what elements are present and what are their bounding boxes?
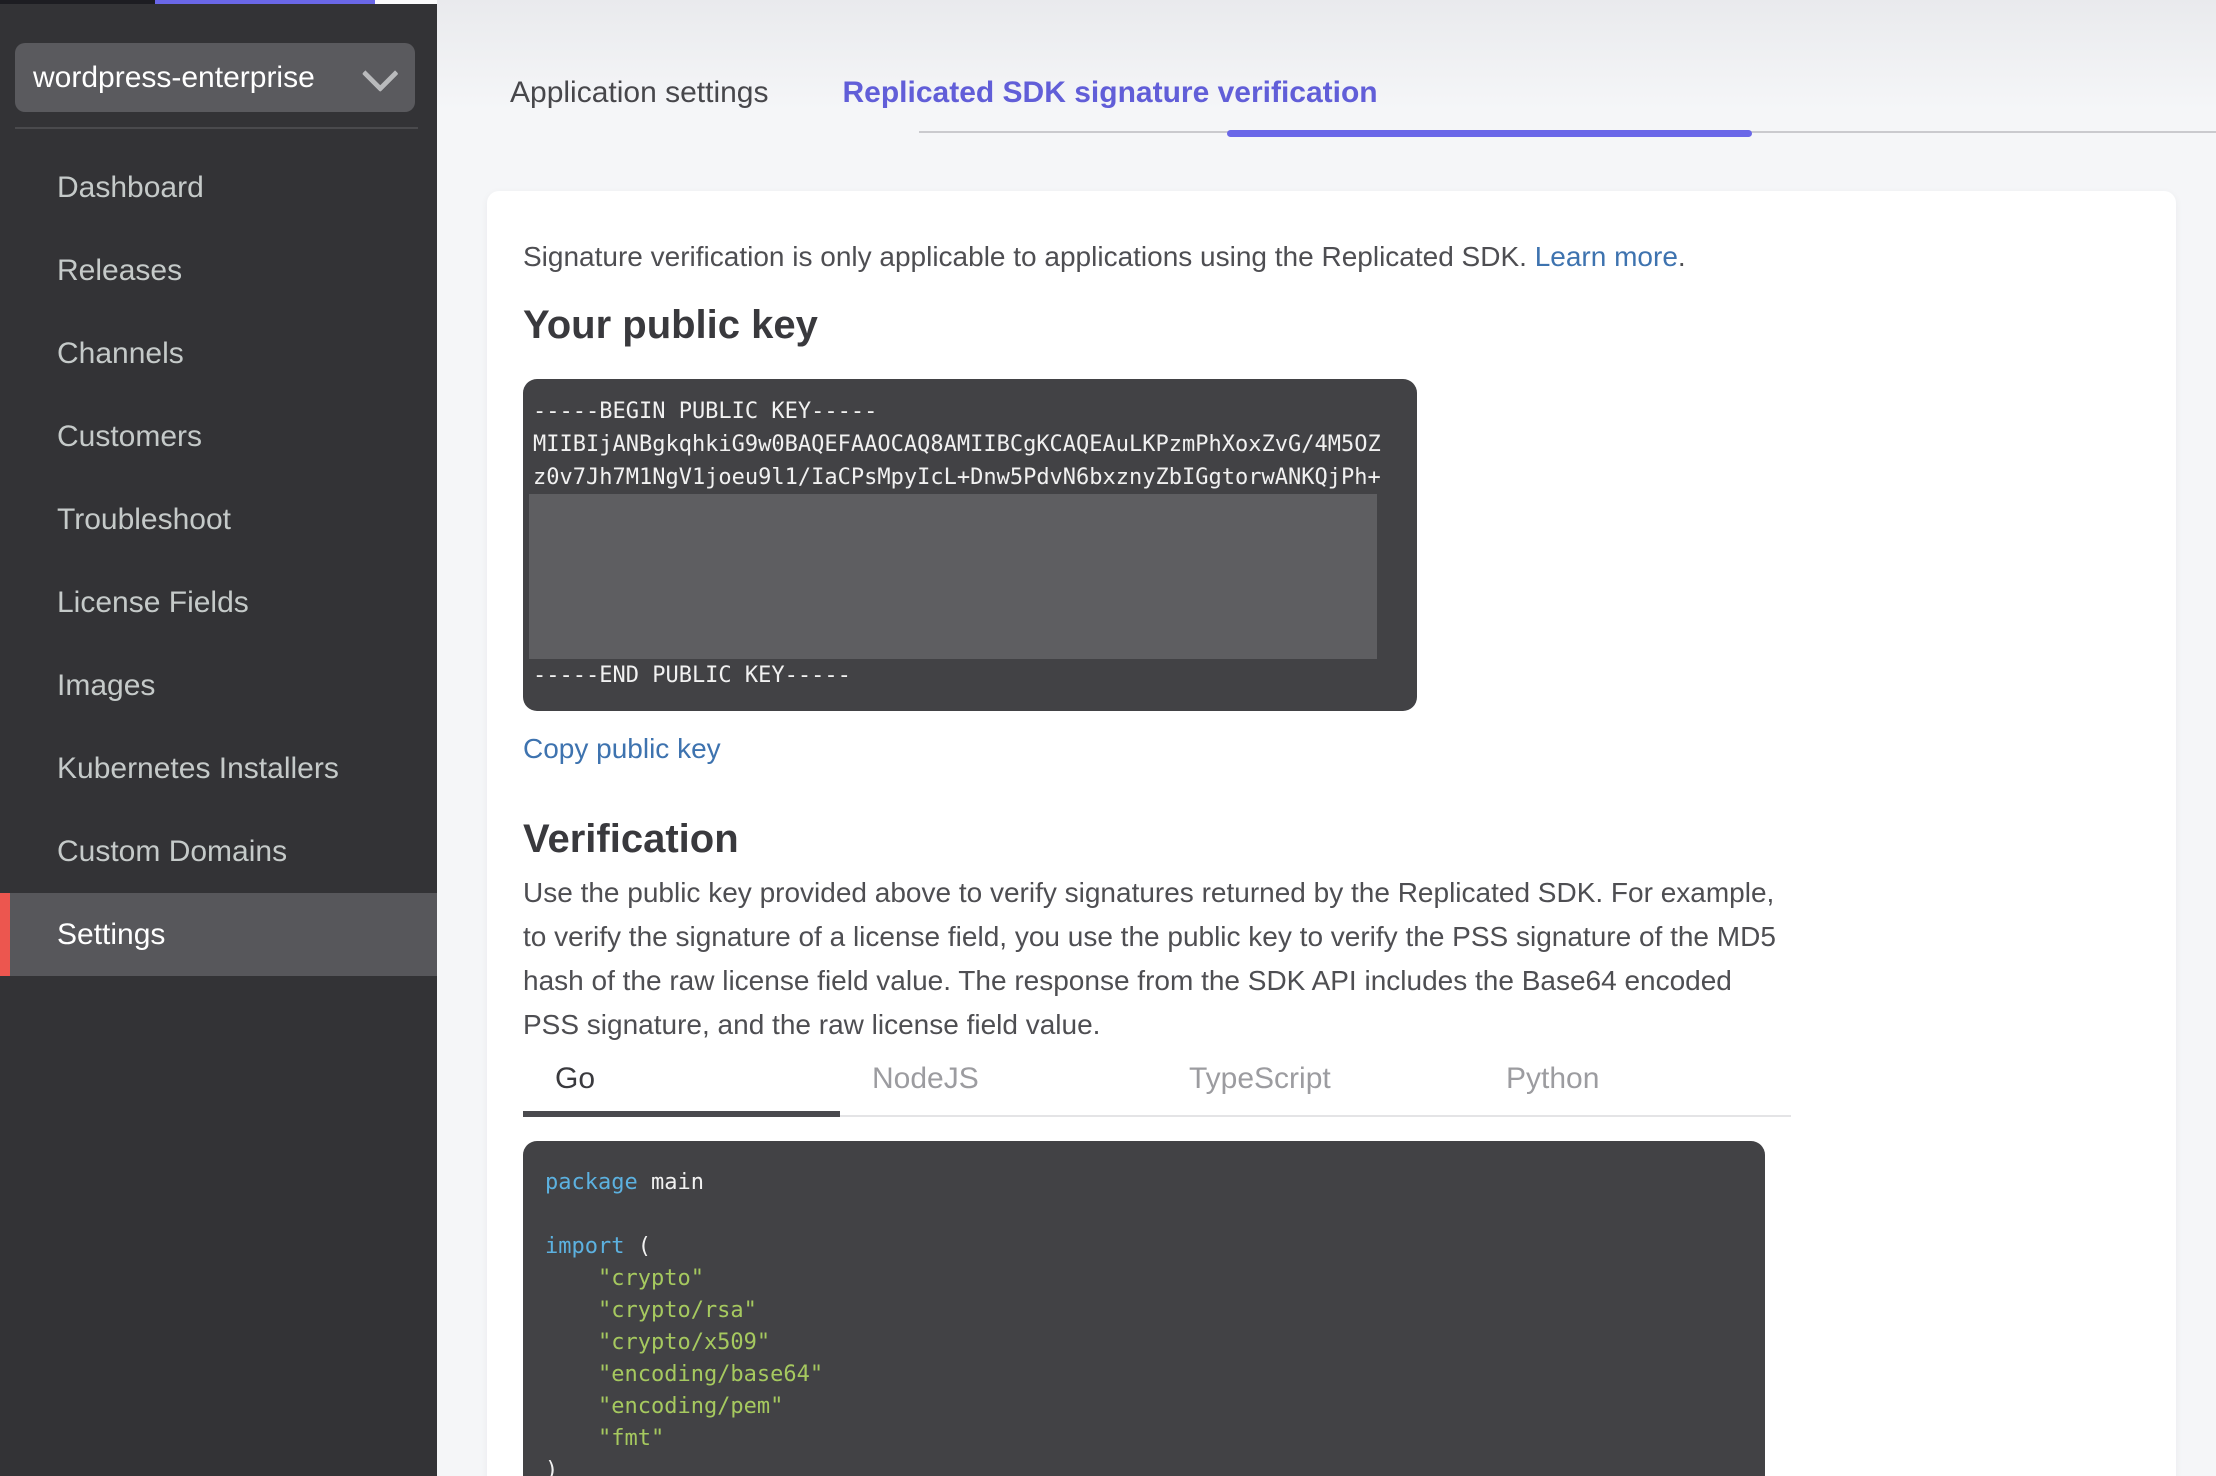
sidebar-item-customers[interactable]: Customers <box>0 395 437 478</box>
public-key-line: z0v7Jh7M1NgV1joeu9l1/IaCPsMpyIcL+Dnw5Pdv… <box>533 465 1381 490</box>
tab-application-settings[interactable]: Application settings <box>478 76 801 110</box>
sidebar-item-kubernetes-installers[interactable]: Kubernetes Installers <box>0 727 437 810</box>
public-key-line: MIIBIjANBgkqhkiG9w0BAQEFAAOCAQ8AMIIBCgKC… <box>533 432 1381 457</box>
language-tab-python[interactable]: Python <box>1474 1057 1791 1115</box>
go-code-block: package main import ( "crypto" "crypto/r… <box>523 1141 1765 1476</box>
sidebar-item-settings[interactable]: Settings <box>0 893 437 976</box>
topbar-active-indicator <box>155 0 375 4</box>
code-line: ) <box>545 1458 559 1476</box>
sidebar-item-custom-domains[interactable]: Custom Domains <box>0 810 437 893</box>
verification-description: Use the public key provided above to ver… <box>523 877 1776 1040</box>
app-selector-value: wordpress-enterprise <box>33 60 315 94</box>
sidebar-item-troubleshoot[interactable]: Troubleshoot <box>0 478 437 561</box>
public-key-redacted-region <box>529 494 1377 659</box>
code-line: "fmt" <box>545 1426 665 1451</box>
sidebar-item-license-fields[interactable]: License Fields <box>0 561 437 644</box>
code-line: "encoding/base64" <box>545 1362 824 1387</box>
app-selector-dropdown[interactable]: wordpress-enterprise <box>15 43 415 112</box>
language-tab-go[interactable]: Go <box>523 1057 840 1117</box>
code-line: "crypto/x509" <box>545 1330 771 1355</box>
code-line: "crypto/rsa" <box>545 1298 757 1323</box>
learn-more-link[interactable]: Learn more <box>1535 241 1678 272</box>
public-key-block: -----BEGIN PUBLIC KEY----- MIIBIjANBgkqhk… <box>523 379 1417 711</box>
public-key-line: -----END PUBLIC KEY----- <box>533 663 851 688</box>
verification-heading: Verification <box>523 817 739 861</box>
sidebar: wordpress-enterprise Dashboard Releases Ch… <box>0 0 437 1476</box>
sidebar-divider <box>15 127 418 129</box>
sidebar-item-dashboard[interactable]: Dashboard <box>0 146 437 229</box>
code-line: import ( <box>545 1234 651 1259</box>
notice-text: Signature verification is only applicabl… <box>523 241 1535 272</box>
sidebar-item-releases[interactable]: Releases <box>0 229 437 312</box>
public-key-heading: Your public key <box>523 303 818 347</box>
sdk-notice-text: Signature verification is only applicabl… <box>523 235 1791 279</box>
code-line: "crypto" <box>545 1266 704 1291</box>
language-tab-bar: Go NodeJS TypeScript Python <box>523 1057 1791 1117</box>
active-tab-underline <box>1227 130 1752 137</box>
language-tab-nodejs[interactable]: NodeJS <box>840 1057 1157 1115</box>
card-content: Signature verification is only applicabl… <box>487 191 1791 1476</box>
chevron-down-icon <box>361 54 399 92</box>
settings-tab-bar: Application settings Replicated SDK signa… <box>478 55 1410 131</box>
language-tab-typescript[interactable]: TypeScript <box>1157 1057 1474 1115</box>
sdk-verification-card: Signature verification is only applicabl… <box>487 191 2176 1476</box>
code-line: package main <box>545 1170 704 1195</box>
public-key-line: -----BEGIN PUBLIC KEY----- <box>533 399 878 424</box>
sidebar-item-images[interactable]: Images <box>0 644 437 727</box>
copy-public-key-link[interactable]: Copy public key <box>523 727 721 771</box>
sidebar-item-channels[interactable]: Channels <box>0 312 437 395</box>
sidebar-nav: Dashboard Releases Channels Customers Troubl… <box>0 146 437 976</box>
topbar-fragment-light <box>375 0 437 4</box>
topbar-fragment-dark <box>0 0 155 4</box>
notice-suffix: . <box>1677 241 1686 272</box>
tab-replicated-sdk-signature-verification[interactable]: Replicated SDK signature verification <box>811 76 1410 110</box>
code-line: "encoding/pem" <box>545 1394 784 1419</box>
